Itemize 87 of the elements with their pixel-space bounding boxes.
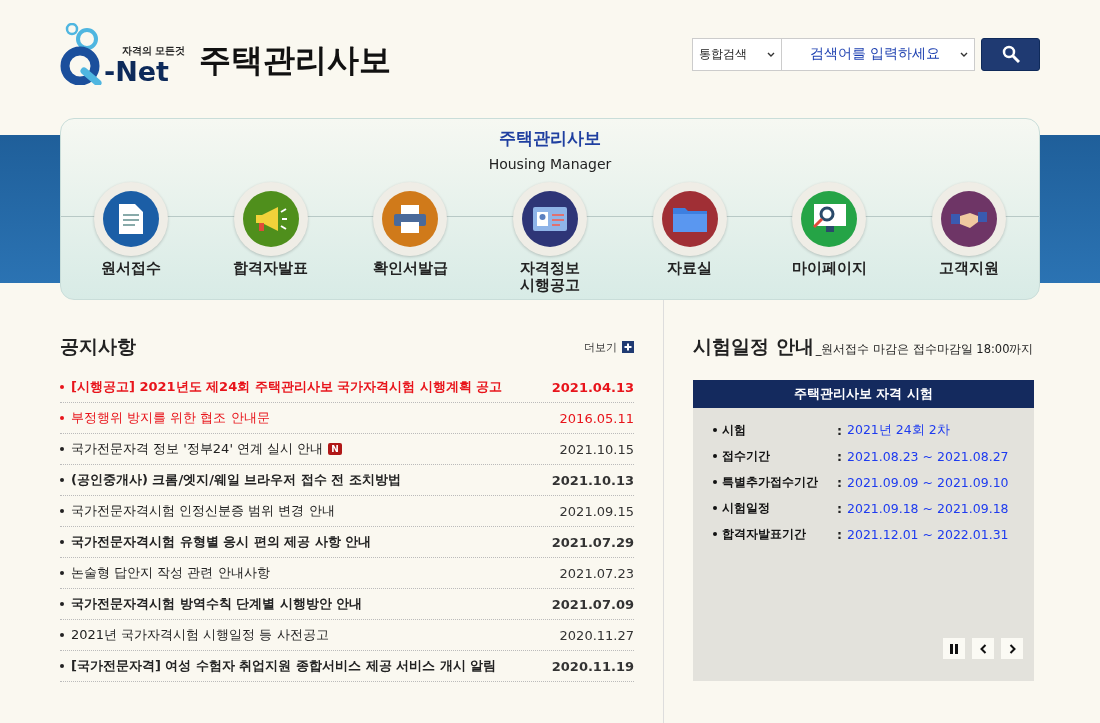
- bullet-icon: [713, 454, 717, 458]
- previous-button[interactable]: [972, 638, 994, 659]
- notice-date: 2021.07.09: [551, 596, 634, 612]
- menu-item[interactable]: 자격정보 시행공고: [480, 182, 620, 295]
- logo-wordmark: -Net: [104, 58, 171, 85]
- bullet-icon: [60, 633, 64, 637]
- search-icon: [1001, 45, 1020, 63]
- schedule-label: 시험: [722, 421, 747, 439]
- schedule-value: 2021년 24회 2차: [847, 421, 950, 439]
- notice-date: 2021.04.13: [551, 379, 634, 395]
- bullet-icon: [713, 532, 717, 536]
- schedule-value: 2021.09.09 ~ 2021.09.10: [847, 474, 1009, 490]
- menu-item[interactable]: 자료실: [619, 182, 760, 295]
- schedule-value: 2021.08.23 ~ 2021.08.27: [847, 448, 1009, 464]
- colon: :: [837, 448, 843, 464]
- notice-date: 2021.10.15: [559, 441, 634, 457]
- schedule-label: 특별추가접수기간: [722, 473, 819, 491]
- notice-link[interactable]: (공인중개사) 크롬/엣지/웨일 브라우저 접수 전 조치방법: [60, 471, 401, 489]
- schedule-card-title: 주택관리사보 자격 시험: [693, 380, 1034, 408]
- folder-icon: [671, 205, 708, 233]
- notice-link[interactable]: 국가전문자격시험 방역수칙 단계별 시행방안 안내: [60, 595, 363, 613]
- schedule-label: 접수기간: [722, 447, 771, 465]
- schedule-value: 2021.09.18 ~ 2021.09.18: [847, 500, 1009, 516]
- more-link[interactable]: 더보기: [584, 339, 634, 355]
- chevron-down-icon: [960, 51, 968, 57]
- bullet-icon: [713, 428, 717, 432]
- site-title: 주택관리사보: [199, 40, 392, 81]
- monitor-search-icon: [811, 203, 848, 235]
- pause-icon: [950, 643, 958, 654]
- schedule-label: 합격자발표기간: [722, 525, 807, 543]
- chevron-down-icon: [767, 51, 775, 57]
- notice-date: 2020.11.27: [559, 627, 634, 643]
- menu-item[interactable]: 원서접수: [61, 182, 201, 295]
- colon: :: [837, 526, 843, 542]
- notice-link[interactable]: 국가전문자격 정보 '정부24' 연계 실시 안내 N: [60, 440, 342, 458]
- notice-date: 2021.07.29: [551, 534, 634, 550]
- banner-subtitle: Housing Manager: [488, 156, 612, 172]
- banner-title: 주택관리사보: [499, 127, 601, 150]
- deadline-note: _원서접수 마감은 접수마감일 18:00까지: [815, 342, 1034, 357]
- section-title: 공지사항: [60, 334, 136, 359]
- next-button[interactable]: [1001, 638, 1023, 659]
- notice-link[interactable]: [시행공고] 2021년도 제24회 주택관리사보 국가자격시험 시행계획 공고: [60, 378, 503, 396]
- pause-button[interactable]: [943, 638, 965, 659]
- menu-item[interactable]: 확인서발급: [340, 182, 481, 295]
- bullet-icon: [60, 571, 64, 575]
- notice-link[interactable]: 2021년 국가자격시험 시행일정 등 사전공고: [60, 626, 329, 644]
- bullet-icon: [60, 509, 64, 513]
- bullet-icon: [60, 540, 64, 544]
- bullet-icon: [713, 480, 717, 484]
- new-badge: N: [328, 443, 342, 455]
- section-title: 시험일정 안내: [693, 334, 814, 359]
- bullet-icon: [60, 478, 64, 482]
- search-scope-select[interactable]: 통합검색: [692, 37, 782, 71]
- search-keyword-select[interactable]: 검색어를 입력하세요: [782, 37, 975, 71]
- printer-icon: [393, 204, 428, 234]
- schedule-value: 2021.12.01 ~ 2022.01.31: [847, 526, 1009, 542]
- document-icon: [117, 203, 144, 235]
- notice-link[interactable]: 논술형 답안지 작성 관련 안내사항: [60, 564, 270, 582]
- notice-link[interactable]: 국가전문자격시험 인정신분증 범위 변경 안내: [60, 502, 335, 520]
- schedule-label: 시험일정: [722, 499, 771, 517]
- search-button[interactable]: [981, 37, 1040, 71]
- notice-link[interactable]: 국가전문자격시험 유형별 응시 편의 제공 사항 안내: [60, 533, 372, 551]
- bullet-icon: [60, 602, 64, 606]
- menu-item[interactable]: 합격자발표: [200, 182, 341, 295]
- id-card-icon: [532, 206, 568, 232]
- colon: :: [837, 474, 843, 490]
- notice-link[interactable]: 부정행위 방지를 위한 협조 안내문: [60, 409, 270, 427]
- logo-tagline: 자격의 모든것: [122, 44, 186, 58]
- chevron-left-icon: [979, 643, 987, 654]
- notice-date: 2021.07.23: [559, 565, 634, 581]
- bullet-icon: [713, 506, 717, 510]
- notice-date: 2016.05.11: [559, 410, 634, 426]
- colon: :: [837, 500, 843, 516]
- plus-icon: [622, 341, 634, 353]
- bullet-icon: [60, 385, 64, 389]
- notice-link[interactable]: [국가전문자격] 여성 수험자 취업지원 종합서비스 제공 서비스 개시 알림: [60, 657, 497, 675]
- notice-date: 2021.09.15: [559, 503, 634, 519]
- megaphone-icon: [253, 206, 288, 232]
- notice-date: 2020.11.19: [551, 658, 634, 674]
- bullet-icon: [60, 416, 64, 420]
- colon: :: [837, 422, 843, 438]
- menu-item[interactable]: 마이페이지: [759, 182, 900, 295]
- bullet-icon: [60, 664, 64, 668]
- notice-date: 2021.10.13: [551, 472, 634, 488]
- menu-item[interactable]: 고객지원: [899, 182, 1040, 295]
- bullet-icon: [60, 447, 64, 451]
- chevron-right-icon: [1008, 643, 1016, 654]
